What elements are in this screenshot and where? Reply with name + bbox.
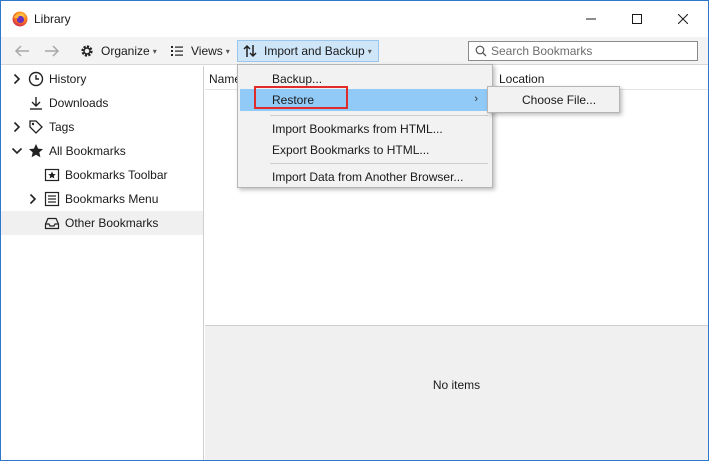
restore-submenu: Choose File... [487,86,620,113]
chevron-right-icon[interactable] [11,73,23,85]
views-button[interactable]: Views ▾ [165,40,234,62]
details-pane: No items [205,325,708,460]
gear-icon [81,45,93,57]
menu-item-choose-file[interactable]: Choose File... [490,89,618,111]
search-input[interactable] [491,44,691,58]
chevron-right-icon[interactable] [27,193,39,205]
menu-item-label: Export Bookmarks to HTML... [272,143,430,157]
submenu-arrow-icon: › [474,93,478,105]
sidebar-item-other-bookmarks[interactable]: Other Bookmarks [1,211,203,235]
menu-item-label: Import Data from Another Browser... [272,170,464,184]
menu-item-export-bookmarks-html[interactable]: Export Bookmarks to HTML... [240,139,490,161]
minimize-button[interactable] [568,1,614,37]
menu-item-label: Choose File... [522,93,597,107]
column-header-location[interactable]: Location [499,72,544,86]
library-window: Library Organize ▾ Views ▾ Import and Ba… [0,0,709,461]
tag-icon [29,120,43,134]
forward-arrow-icon [45,45,60,57]
tray-icon [44,217,60,230]
organize-button[interactable]: Organize ▾ [75,40,161,62]
sidebar-item-label: Bookmarks Toolbar [65,168,168,182]
bookmark-toolbar-icon [44,168,60,182]
menu-item-import-other-browser[interactable]: Import Data from Another Browser... [240,166,490,188]
menu-separator [270,115,488,116]
title-bar: Library [1,1,708,37]
chevron-down-icon: ▾ [225,46,230,56]
chevron-down-icon: ▾ [152,46,157,56]
back-arrow-icon [14,45,29,57]
import-backup-menu: Backup... Restore › Import Bookmarks fro… [237,64,493,188]
maximize-icon [632,14,642,24]
star-icon [29,144,43,158]
menu-separator [270,163,488,164]
organize-label: Organize [101,44,150,58]
sidebar-item-label: Other Bookmarks [65,216,159,230]
maximize-button[interactable] [614,1,660,37]
close-icon [678,14,688,24]
chevron-right-icon[interactable] [11,121,23,133]
empty-state-text: No items [432,378,481,392]
minimize-icon [586,18,596,20]
sidebar-item-bookmarks-toolbar[interactable]: Bookmarks Toolbar [1,163,203,187]
sidebar-item-bookmarks-menu[interactable]: Bookmarks Menu [1,187,203,211]
sidebar-item-downloads[interactable]: Downloads [1,91,203,115]
sidebar-item-label: Bookmarks Menu [65,192,159,206]
restore-highlight-annotation [254,86,348,109]
list-icon [171,46,183,56]
search-box[interactable] [468,41,698,61]
sidebar-item-history[interactable]: History [1,67,203,91]
window-title: Library [34,12,71,26]
sidebar-item-label: All Bookmarks [49,144,126,158]
close-button[interactable] [660,1,706,37]
sidebar-item-label: Downloads [49,96,109,110]
clock-icon [28,71,44,87]
sidebar-item-tags[interactable]: Tags [1,115,203,139]
chevron-down-icon: ▾ [367,46,372,56]
views-label: Views [191,44,223,58]
sidebar-item-all-bookmarks[interactable]: All Bookmarks [1,139,203,163]
sidebar-tree: History Downloads Tags All Bookmarks Boo… [1,66,204,460]
menu-item-import-bookmarks-html[interactable]: Import Bookmarks from HTML... [240,118,490,140]
menu-item-label: Backup... [272,72,323,86]
forward-button[interactable] [41,42,63,60]
sidebar-item-label: History [49,72,87,86]
sidebar-item-label: Tags [49,120,75,134]
import-and-backup-label: Import and Backup [264,44,365,58]
chevron-down-icon[interactable] [11,145,23,157]
firefox-icon [12,11,28,27]
download-icon [30,97,42,110]
menu-item-label: Import Bookmarks from HTML... [272,122,443,136]
back-button[interactable] [11,42,33,60]
import-export-arrows-icon [243,44,257,58]
search-icon [475,45,487,57]
bookmark-menu-icon [44,191,60,207]
import-and-backup-button[interactable]: Import and Backup ▾ [237,40,379,62]
toolbar: Organize ▾ Views ▾ Import and Backup ▾ [1,37,708,65]
